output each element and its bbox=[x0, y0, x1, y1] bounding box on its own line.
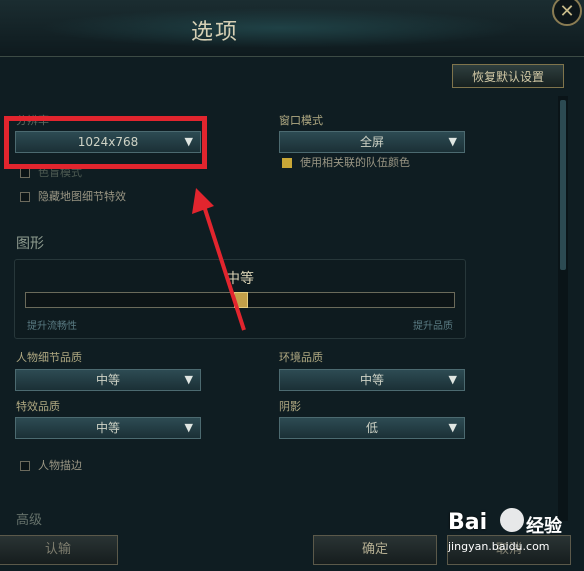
baidu-watermark: Bai 经验 jingyan.baidu.com bbox=[448, 506, 578, 566]
watermark-url: jingyan.baidu.com bbox=[448, 540, 550, 553]
watermark-brand-cn: 经验 bbox=[526, 516, 562, 537]
baidu-paw-icon bbox=[500, 508, 524, 532]
watermark-brand: Bai bbox=[448, 510, 488, 535]
annotation-arrow-icon bbox=[192, 188, 246, 331]
